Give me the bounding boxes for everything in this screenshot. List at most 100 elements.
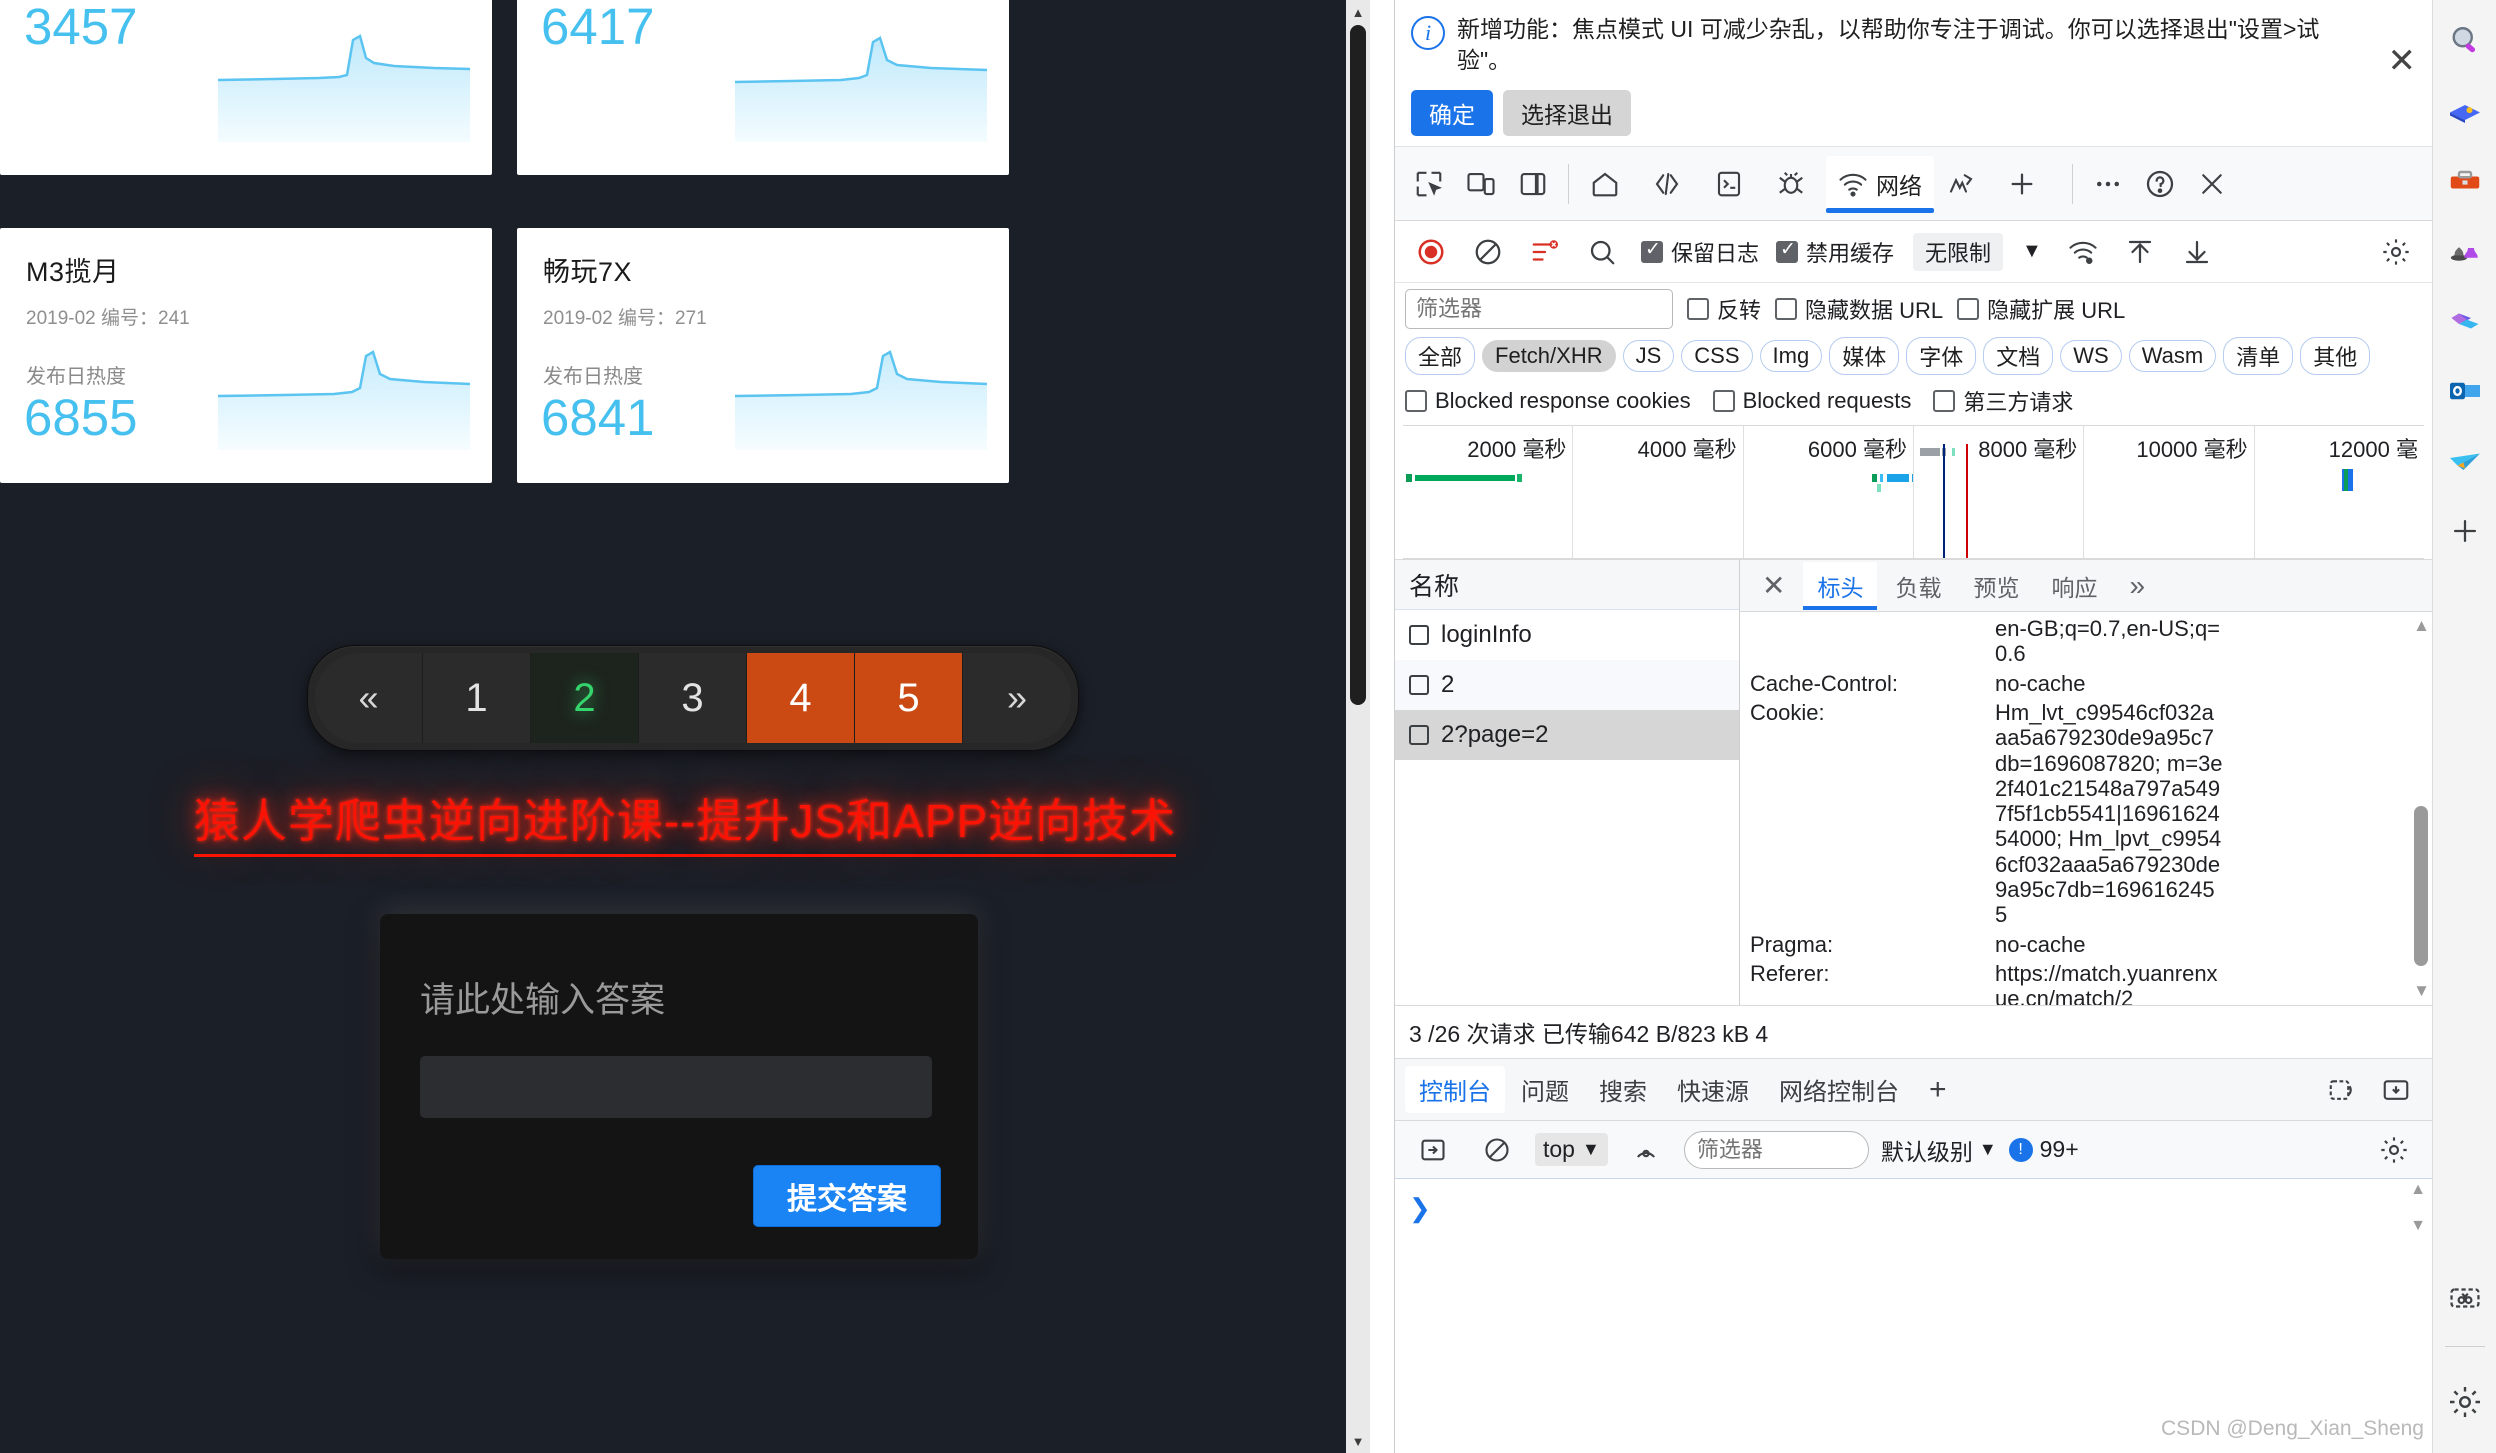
notice-optout-button[interactable]: 选择退出 [1503, 90, 1631, 137]
console-filter-input[interactable] [1683, 1130, 1869, 1169]
live-expression-icon[interactable] [1620, 1124, 1672, 1176]
filter-icon[interactable] [1519, 225, 1571, 278]
import-har-icon[interactable] [2114, 226, 2166, 278]
device-toolbar-icon[interactable] [1455, 158, 1507, 210]
type-filter-img[interactable]: Img [1759, 340, 1823, 373]
page-scrollbar[interactable]: ▲ ▼ [1346, 0, 1370, 1453]
hide-data-urls-checkbox[interactable]: 隐藏数据 URL [1775, 293, 1943, 325]
tab-home[interactable] [1578, 156, 1640, 212]
dock-icon[interactable] [1507, 158, 1559, 210]
send-icon[interactable] [2433, 426, 2496, 496]
network-overview-timeline[interactable]: 2000 毫秒 4000 毫秒 6000 毫秒 8000 毫秒 10000 毫秒… [1403, 425, 2424, 560]
scroll-down-arrow[interactable]: ▼ [1346, 1429, 1370, 1453]
request-row[interactable]: 2?page=2 [1395, 710, 1739, 761]
more-options-icon[interactable] [2082, 158, 2134, 210]
third-party-checkbox[interactable]: 第三方请求 [1933, 385, 2073, 417]
tab-network[interactable]: 网络 [1826, 155, 1934, 213]
clear-icon[interactable] [1462, 226, 1514, 278]
gear-icon[interactable] [2370, 226, 2422, 278]
pagination-page-1[interactable]: 1 [423, 653, 531, 743]
console-level-select[interactable]: 默认级别 ▼ [1881, 1133, 1997, 1167]
pagination-page-5[interactable]: 5 [855, 653, 963, 743]
submit-answer-button[interactable]: 提交答案 [753, 1165, 941, 1227]
pagination-page-2[interactable]: 2 [531, 653, 639, 743]
console-scroll-down-arrow[interactable]: ▼ [2410, 1217, 2426, 1235]
drawer-dock-icon[interactable] [2316, 1064, 2368, 1116]
blocked-requests-checkbox[interactable]: Blocked requests [1712, 388, 1911, 414]
disable-cache-checkbox[interactable]: 禁用缓存 [1776, 236, 1894, 268]
close-detail-icon[interactable]: ✕ [1748, 562, 1799, 610]
scroll-up-arrow[interactable]: ▲ [1346, 0, 1370, 24]
tab-payload[interactable]: 负载 [1881, 562, 1955, 610]
tools-icon[interactable] [2433, 146, 2496, 216]
export-har-icon[interactable] [2171, 226, 2223, 278]
type-filter-css[interactable]: CSS [1681, 340, 1753, 373]
console-context-select[interactable]: top ▼ [1535, 1133, 1608, 1167]
chevron-down-icon[interactable]: ▼ [2022, 240, 2042, 263]
console-prompt-row[interactable]: ❯ ▲ ▼ [1395, 1179, 2432, 1237]
type-filter-other[interactable]: 其他 [2300, 337, 2371, 376]
type-filter-manifest[interactable]: 清单 [2223, 337, 2294, 376]
pagination-page-4[interactable]: 4 [747, 653, 855, 743]
search-icon[interactable] [2433, 6, 2496, 76]
close-devtools-icon[interactable] [2186, 158, 2238, 210]
tab-performance[interactable] [1934, 156, 1996, 212]
tabs-overflow-icon[interactable]: » [2115, 562, 2159, 610]
scroll-down-arrow[interactable]: ▼ [2413, 981, 2430, 1001]
page-scrollbar-thumb[interactable] [1350, 25, 1366, 705]
tab-sources[interactable] [1764, 156, 1826, 212]
drawer-tab-console[interactable]: 控制台 [1405, 1066, 1505, 1114]
drawer-tab-search[interactable]: 搜索 [1585, 1066, 1661, 1113]
scroll-up-arrow[interactable]: ▲ [2413, 616, 2430, 636]
checkbox-icon[interactable] [1409, 675, 1429, 696]
console-sidebar-icon[interactable] [1407, 1124, 1459, 1176]
type-filter-wasm[interactable]: Wasm [2128, 340, 2217, 373]
settings-icon[interactable] [2433, 1367, 2496, 1437]
blocked-response-cookies-checkbox[interactable]: Blocked response cookies [1405, 388, 1691, 414]
console-scroll-up-arrow[interactable]: ▲ [2410, 1181, 2426, 1199]
console-clear-icon[interactable] [1471, 1124, 1523, 1176]
close-icon[interactable]: ✕ [2388, 44, 2417, 78]
type-filter-js[interactable]: JS [1622, 340, 1675, 373]
network-conditions-icon[interactable] [2057, 226, 2109, 278]
pagination-prev[interactable]: « [315, 653, 423, 743]
notice-confirm-button[interactable]: 确定 [1411, 90, 1493, 137]
drawer-close-icon[interactable] [2370, 1064, 2422, 1116]
shopping-icon[interactable] [2433, 76, 2496, 146]
tab-console[interactable] [1702, 156, 1764, 212]
tab-elements[interactable] [1640, 156, 1702, 212]
record-icon[interactable] [1405, 225, 1457, 278]
request-row[interactable]: 2 [1395, 660, 1739, 711]
designer-icon[interactable] [2433, 286, 2496, 356]
type-filter-font[interactable]: 字体 [1906, 337, 1977, 376]
drawer-tab-issues[interactable]: 问题 [1507, 1066, 1583, 1113]
issues-badge[interactable]: ! 99+ [2008, 1136, 2079, 1163]
games-icon[interactable] [2433, 216, 2496, 286]
request-row[interactable]: loginInfo [1395, 610, 1739, 660]
invert-checkbox[interactable]: 反转 [1687, 293, 1761, 325]
inspect-icon[interactable] [1403, 158, 1455, 210]
type-filter-doc[interactable]: 文档 [1983, 337, 2054, 376]
checkbox-icon[interactable] [1409, 625, 1429, 646]
type-filter-fetch-xhr[interactable]: Fetch/XHR [1482, 340, 1616, 373]
help-icon[interactable] [2134, 158, 2186, 210]
network-filter-input[interactable] [1405, 289, 1673, 330]
search-icon[interactable] [1576, 226, 1628, 278]
pagination-next[interactable]: » [963, 653, 1071, 743]
drawer-add-tab-icon[interactable]: + [1915, 1067, 1961, 1113]
more-tabs-plus-icon[interactable] [1996, 158, 2048, 210]
tab-headers[interactable]: 标头 [1803, 561, 1878, 610]
outlook-icon[interactable] [2433, 356, 2496, 426]
type-filter-all[interactable]: 全部 [1405, 337, 1476, 376]
throttle-select[interactable]: 无限制 [1913, 232, 2004, 271]
type-filter-ws[interactable]: WS [2060, 340, 2122, 373]
console-settings-gear-icon[interactable] [2368, 1124, 2420, 1176]
checkbox-icon[interactable] [1409, 725, 1429, 746]
tab-response[interactable]: 响应 [2037, 562, 2111, 610]
preserve-log-checkbox[interactable]: 保留日志 [1641, 236, 1759, 268]
pagination-page-3[interactable]: 3 [639, 653, 747, 743]
add-icon[interactable] [2433, 496, 2496, 566]
answer-input[interactable] [420, 1056, 932, 1118]
hide-ext-urls-checkbox[interactable]: 隐藏扩展 URL [1957, 293, 2125, 325]
drawer-tab-network-console[interactable]: 网络控制台 [1765, 1066, 1913, 1113]
